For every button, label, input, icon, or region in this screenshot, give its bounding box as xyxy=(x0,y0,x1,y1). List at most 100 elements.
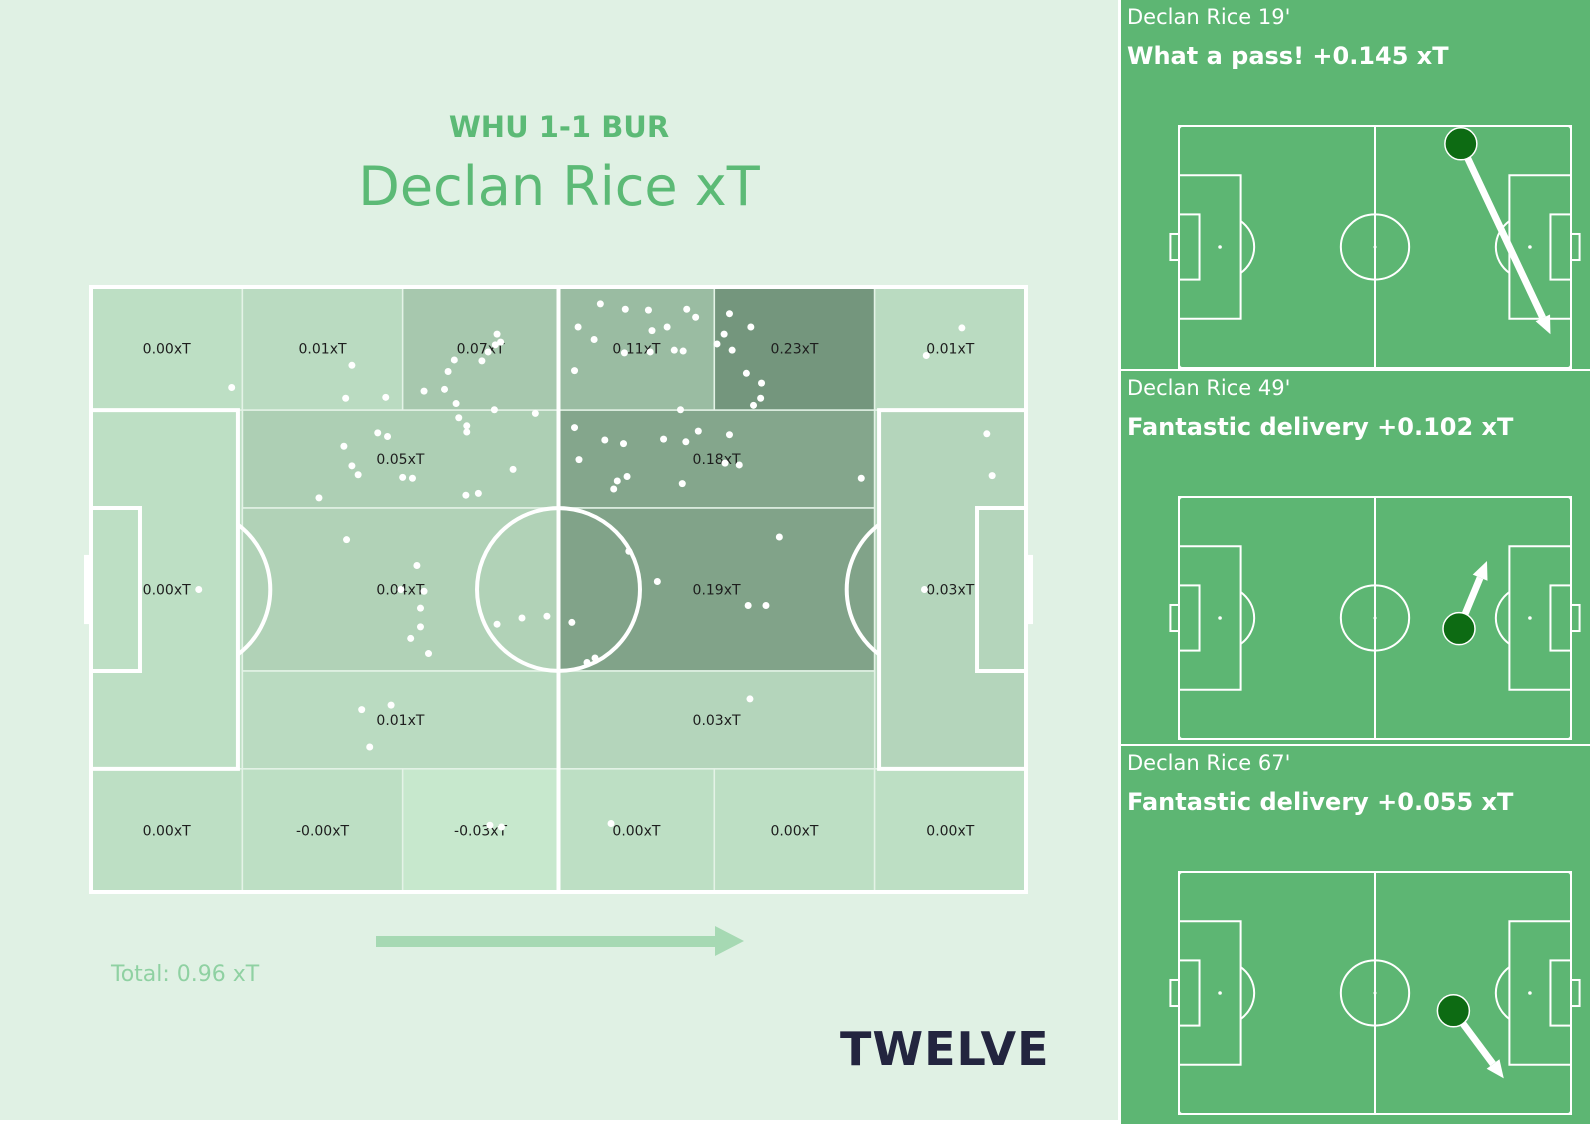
ball-start-marker xyxy=(1444,127,1478,161)
action-point xyxy=(399,473,407,481)
zone-value-label: 0.23xT xyxy=(770,342,818,358)
xt-pitch-chart: 0.00xT 0.01xT 0.07xT 0.11xT 0.23xT 0.01xT0.05… xyxy=(84,285,1033,956)
action-point xyxy=(758,379,766,387)
action-point xyxy=(646,348,654,356)
action-point xyxy=(676,406,684,414)
action-point xyxy=(568,618,576,626)
action-point xyxy=(601,436,609,444)
action-point xyxy=(735,461,743,469)
zone-value-label: 0.18xT xyxy=(693,452,741,468)
action-point xyxy=(407,634,415,642)
mini-pitch-lines xyxy=(1169,125,1581,369)
zone-value-label: 0.03xT xyxy=(926,583,974,599)
action-point xyxy=(348,462,356,470)
action-point xyxy=(382,393,390,401)
action-point xyxy=(463,428,471,436)
action-point xyxy=(543,612,551,620)
action-point xyxy=(620,440,628,448)
action-point xyxy=(682,438,690,446)
zone-value-label: 0.11xT xyxy=(612,342,660,358)
action-point xyxy=(384,432,392,440)
action-point xyxy=(857,474,865,482)
zone-value-label: 0.00xT xyxy=(612,823,660,839)
ball-start-marker xyxy=(1442,611,1476,646)
attack-direction-arrow xyxy=(376,926,744,956)
action-point xyxy=(358,706,366,714)
action-point xyxy=(620,349,628,357)
zone-value-label: 0.00xT xyxy=(770,823,818,839)
zone-value-label: 0.00xT xyxy=(143,583,191,599)
action-point xyxy=(694,427,702,435)
action-point xyxy=(486,821,494,829)
action-point xyxy=(613,477,621,485)
zone-value-label: 0.19xT xyxy=(693,583,741,599)
action-point xyxy=(747,323,755,331)
action-point xyxy=(720,330,728,338)
action-point xyxy=(644,306,652,314)
action-point xyxy=(670,346,678,354)
action-point xyxy=(663,323,671,331)
twelve-logo: TWELVE xyxy=(840,1022,1050,1076)
action-point xyxy=(575,456,583,464)
action-point xyxy=(660,435,668,443)
action-point xyxy=(721,459,729,467)
action-point xyxy=(424,650,432,658)
action-point xyxy=(571,424,579,432)
zone-value-label: 0.01xT xyxy=(926,342,974,358)
action-point xyxy=(750,401,758,409)
action-point xyxy=(509,465,517,473)
action-point xyxy=(531,409,539,417)
action-point xyxy=(590,335,598,343)
action-point xyxy=(596,300,604,308)
action-point xyxy=(493,620,501,628)
action-point xyxy=(478,357,486,365)
action-point xyxy=(416,623,424,631)
action-point xyxy=(683,305,691,313)
action-point xyxy=(444,368,452,376)
action-point xyxy=(462,491,470,499)
action-point xyxy=(574,323,582,331)
highlight-card-3: Declan Rice 67' Fantastic delivery +0.05… xyxy=(1120,746,1590,1124)
action-point xyxy=(416,604,424,612)
pass-arrow xyxy=(1457,142,1546,320)
action-point xyxy=(583,658,591,666)
action-point xyxy=(922,352,930,360)
zone-value-label: -0.00xT xyxy=(296,823,350,839)
zone-value-label: 0.00xT xyxy=(926,823,974,839)
action-point xyxy=(441,385,449,393)
action-point xyxy=(340,442,348,450)
action-point xyxy=(343,536,351,544)
action-point xyxy=(493,330,501,338)
action-point xyxy=(420,587,428,595)
action-point xyxy=(571,367,579,375)
action-point xyxy=(455,414,463,422)
action-point xyxy=(413,561,421,569)
action-point xyxy=(607,819,615,827)
action-point xyxy=(474,489,482,497)
action-point xyxy=(228,384,236,392)
mini-pitch xyxy=(1169,871,1581,1115)
action-point xyxy=(366,743,374,751)
highlight-card-1: Declan Rice 19' What a pass! +0.145 xT xyxy=(1120,0,1590,369)
action-point xyxy=(623,473,631,481)
action-point xyxy=(408,474,416,482)
action-point xyxy=(497,338,505,346)
action-point xyxy=(518,614,526,622)
mini-pitch xyxy=(1169,125,1581,369)
highlight-card-2: Declan Rice 49' Fantastic delivery +0.10… xyxy=(1120,371,1590,744)
action-point xyxy=(988,472,996,480)
action-point xyxy=(679,347,687,355)
action-point xyxy=(678,480,686,488)
action-point xyxy=(450,356,458,364)
zone-value-label: 0.01xT xyxy=(299,342,347,358)
action-point xyxy=(762,602,770,610)
zone-value-label: 0.05xT xyxy=(376,452,424,468)
action-point xyxy=(983,430,991,438)
action-point xyxy=(653,577,661,585)
action-point xyxy=(742,369,750,377)
action-point xyxy=(920,586,928,593)
action-point xyxy=(490,406,498,414)
action-point xyxy=(452,400,460,408)
action-point xyxy=(420,387,428,395)
action-point xyxy=(498,823,506,831)
